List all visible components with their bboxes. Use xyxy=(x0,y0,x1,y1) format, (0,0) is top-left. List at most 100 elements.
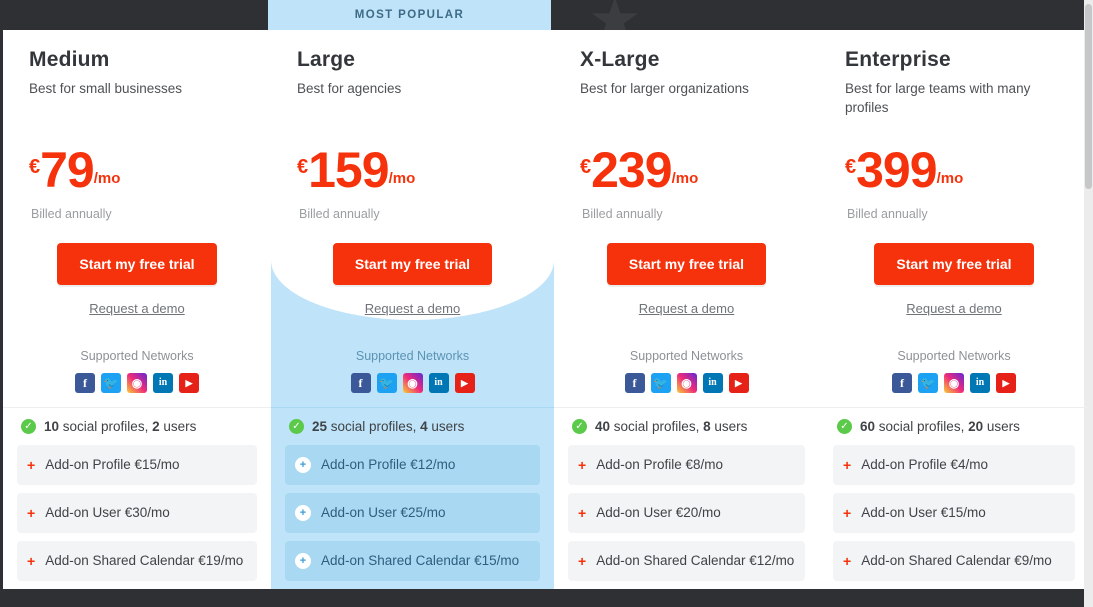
profiles-count: 25 xyxy=(312,419,328,434)
twitter-icon: 🐦 xyxy=(650,373,671,393)
addon-label: Add-on Shared Calendar €15/mo xyxy=(321,553,520,568)
check-icon: ✓ xyxy=(572,419,587,434)
youtube-icon: ▶ xyxy=(179,373,199,393)
linkedin-icon: in xyxy=(153,373,173,393)
cta-wrap: Start my free trial xyxy=(271,221,554,285)
plus-icon: + xyxy=(295,553,311,569)
addon-label: Add-on Profile €8/mo xyxy=(596,457,724,472)
start-trial-button[interactable]: Start my free trial xyxy=(57,243,217,285)
twitter-icon: 🐦 xyxy=(918,373,938,393)
request-demo-link[interactable]: Request a demo xyxy=(906,301,1001,316)
addon-label: Add-on Shared Calendar €12/mo xyxy=(596,553,795,568)
supported-networks-icons: f 🐦 ◉ in ▶ xyxy=(3,363,271,407)
youtube-icon: ▶ xyxy=(996,373,1016,393)
price-amount: 159 xyxy=(308,142,389,198)
plan-header: Enterprise Best for large teams with man… xyxy=(819,30,1089,119)
addon-profile[interactable]: + Add-on Profile €15/mo xyxy=(17,445,257,485)
price-amount: 399 xyxy=(856,142,937,198)
addon-shared-calendar[interactable]: + Add-on Shared Calendar €9/mo xyxy=(833,541,1075,581)
billing-note: Billed annually xyxy=(31,207,112,221)
youtube-icon: ▶ xyxy=(728,373,749,393)
request-demo-link[interactable]: Request a demo xyxy=(639,301,734,316)
demo-wrap: Request a demo xyxy=(271,285,554,318)
profiles-count: 10 xyxy=(44,419,60,434)
price-block: €399/mo Billed annually xyxy=(819,119,1089,221)
youtube-icon: ▶ xyxy=(454,373,475,393)
profiles-label: social profiles, xyxy=(59,419,153,434)
supported-networks-label: Supported Networks xyxy=(355,349,470,363)
addon-shared-calendar[interactable]: + Add-on Shared Calendar €19/mo xyxy=(17,541,257,581)
pricing-card-xlarge: X-Large Best for larger organizations €2… xyxy=(554,30,819,589)
plan-header: X-Large Best for larger organizations xyxy=(554,30,819,119)
cta-wrap: Start my free trial xyxy=(819,221,1089,285)
addon-user[interactable]: + Add-on User €25/mo xyxy=(285,493,540,533)
addon-profile[interactable]: + Add-on Profile €12/mo xyxy=(285,445,540,485)
addon-profile[interactable]: + Add-on Profile €4/mo xyxy=(833,445,1075,485)
addon-profile[interactable]: + Add-on Profile €8/mo xyxy=(568,445,805,485)
start-trial-button[interactable]: Start my free trial xyxy=(606,243,767,285)
plan-description: Best for agencies xyxy=(297,81,402,96)
plan-description: Best for large teams with many profiles xyxy=(845,81,1031,115)
profiles-label: social profiles, xyxy=(875,419,969,434)
plan-description: Best for larger organizations xyxy=(580,81,749,96)
plus-icon: + xyxy=(578,553,587,569)
addon-user[interactable]: + Add-on User €20/mo xyxy=(568,493,805,533)
addon-shared-calendar[interactable]: + Add-on Shared Calendar €12/mo xyxy=(568,541,805,581)
plus-icon: + xyxy=(295,505,311,521)
check-icon: ✓ xyxy=(21,419,36,434)
pricing-card-large: Large Best for agencies €159/mo Billed a… xyxy=(271,30,554,589)
users-label: users xyxy=(427,419,465,434)
users-count: 20 xyxy=(968,419,984,434)
price-amount: 239 xyxy=(591,142,672,198)
price-amount: 79 xyxy=(40,142,95,198)
users-label: users xyxy=(710,419,748,434)
twitter-icon: 🐦 xyxy=(376,373,397,393)
price-block: €79/mo Billed annually xyxy=(3,119,271,221)
linkedin-icon: in xyxy=(428,373,449,393)
plus-icon: + xyxy=(27,505,36,521)
profiles-count: 40 xyxy=(595,419,611,434)
addon-label: Add-on Profile €12/mo xyxy=(321,457,456,472)
plan-description: Best for small businesses xyxy=(29,81,183,96)
price-block: €239/mo Billed annually xyxy=(554,119,819,221)
facebook-icon: f xyxy=(892,373,912,393)
addon-label: Add-on Shared Calendar €19/mo xyxy=(45,553,244,568)
facebook-icon: f xyxy=(624,373,645,393)
profiles-label: social profiles, xyxy=(610,419,704,434)
plus-icon: + xyxy=(578,457,587,473)
currency-symbol: € xyxy=(580,156,592,178)
addon-label: Add-on User €30/mo xyxy=(45,505,170,520)
pricing-page: ★ MOST POPULAR Medium Best for small bus… xyxy=(0,0,1093,607)
supported-networks-label: Supported Networks xyxy=(897,349,1011,363)
plan-name: Large xyxy=(297,48,356,71)
start-trial-button[interactable]: Start my free trial xyxy=(874,243,1034,285)
start-trial-button[interactable]: Start my free trial xyxy=(332,243,493,285)
addon-label: Add-on User €15/mo xyxy=(861,505,986,520)
price-period: /mo xyxy=(671,170,699,187)
request-demo-link[interactable]: Request a demo xyxy=(365,301,460,316)
price-period: /mo xyxy=(388,170,416,187)
facebook-icon: f xyxy=(75,373,95,393)
price-period: /mo xyxy=(93,170,121,187)
request-demo-link[interactable]: Request a demo xyxy=(89,301,184,316)
billing-note: Billed annually xyxy=(299,207,380,221)
instagram-icon: ◉ xyxy=(402,373,423,393)
users-count: 8 xyxy=(703,419,711,434)
plus-icon: + xyxy=(295,457,311,473)
most-popular-banner: MOST POPULAR xyxy=(268,0,551,30)
supported-networks-label: Supported Networks xyxy=(629,349,744,363)
addon-user[interactable]: + Add-on User €30/mo xyxy=(17,493,257,533)
plus-icon: + xyxy=(578,505,587,521)
addon-user[interactable]: + Add-on User €15/mo xyxy=(833,493,1075,533)
plan-header: Medium Best for small businesses xyxy=(3,30,271,119)
addon-shared-calendar[interactable]: + Add-on Shared Calendar €15/mo xyxy=(285,541,540,581)
addon-label: Add-on User €25/mo xyxy=(321,505,446,520)
plan-includes: ✓ 60 social profiles, 20 users xyxy=(819,407,1089,445)
users-count: 4 xyxy=(420,419,428,434)
supported-networks-label: Supported Networks xyxy=(80,349,194,363)
plus-icon: + xyxy=(27,457,36,473)
check-icon: ✓ xyxy=(289,419,304,434)
pricing-card-medium: Medium Best for small businesses €79/mo … xyxy=(3,30,271,589)
cta-wrap: Start my free trial xyxy=(554,221,819,285)
instagram-icon: ◉ xyxy=(676,373,697,393)
